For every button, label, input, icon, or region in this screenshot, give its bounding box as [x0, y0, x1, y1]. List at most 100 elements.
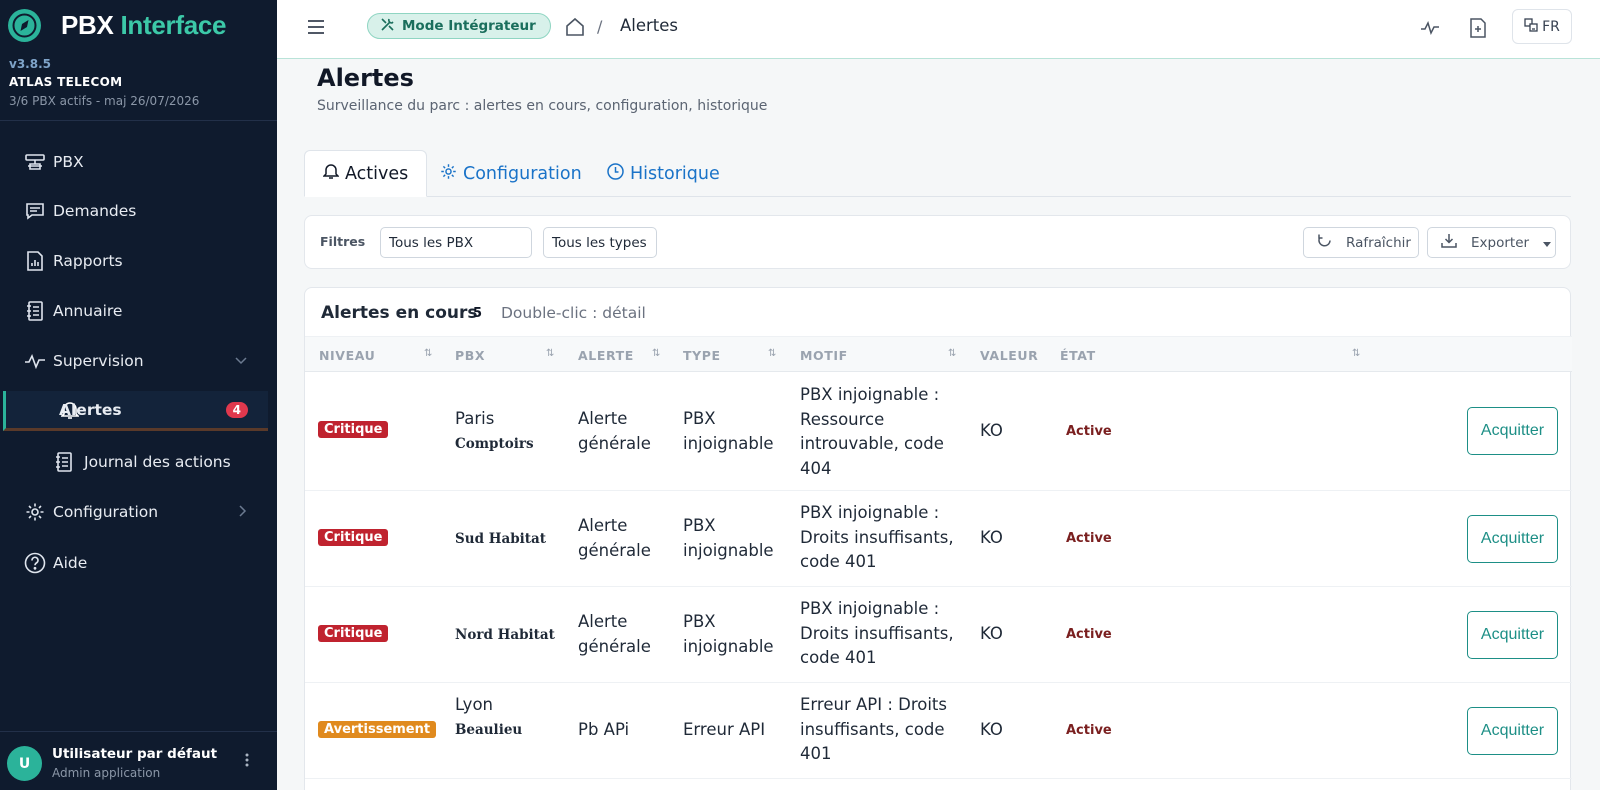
state-label: Active: [1066, 723, 1112, 738]
page-title: Alertes: [317, 64, 414, 92]
alert-cell: Alerte générale: [578, 612, 651, 656]
column-header-etat[interactable]: ÉTAT: [1060, 348, 1096, 363]
refresh-button[interactable]: Rafraîchir: [1303, 227, 1419, 258]
sidebar-item-aide[interactable]: Aide: [0, 543, 277, 583]
activity-icon[interactable]: [1419, 17, 1441, 39]
gear-icon: [24, 501, 46, 523]
filters-bar: Filtres Tous les PBX Tous les types Rafr…: [304, 215, 1571, 269]
pbx-filter-select[interactable]: Tous les PBX: [380, 227, 532, 258]
sidebar-item-pbx[interactable]: PBX: [0, 142, 277, 182]
sort-icon[interactable]: ⇅: [1352, 348, 1360, 359]
export-button[interactable]: Exporter: [1427, 227, 1556, 258]
table-header: NIVEAU ⇅ PBX ⇅ ALERTE ⇅ TYPE ⇅ MOTIF ⇅ V…: [305, 336, 1572, 372]
level-badge: Avertissement: [318, 721, 437, 738]
acknowledge-button[interactable]: Acquitter: [1467, 611, 1558, 659]
avatar: U: [7, 746, 42, 781]
acknowledge-button[interactable]: Acquitter: [1467, 707, 1558, 755]
acknowledge-button[interactable]: Acquitter: [1467, 515, 1558, 563]
chevron-right-icon: [239, 504, 247, 520]
type-filter-select[interactable]: Tous les types: [543, 227, 657, 258]
acknowledge-button[interactable]: Acquitter: [1467, 407, 1558, 455]
sidebar-item-rapports[interactable]: Rapports: [0, 241, 277, 281]
table-row[interactable]: Critique Nord Habitat Alerte générale PB…: [305, 587, 1572, 683]
sidebar-item-label: Journal des actions: [84, 453, 231, 471]
sidebar-item-label: Rapports: [53, 252, 123, 270]
user-profile[interactable]: U Utilisateur par défaut Admin applicati…: [0, 731, 277, 790]
sidebar-item-supervision[interactable]: Supervision: [0, 341, 277, 381]
tools-icon: [380, 17, 395, 36]
motif-cell: PBX injoignable : Droits insuffisants, c…: [800, 599, 954, 667]
sidebar-item-demandes[interactable]: Demandes: [0, 191, 277, 231]
home-icon[interactable]: [565, 17, 585, 37]
bell-icon: [322, 162, 340, 185]
user-role: Admin application: [52, 766, 161, 780]
add-document-icon[interactable]: [1467, 17, 1489, 39]
column-header-alerte[interactable]: ALERTE: [578, 348, 634, 363]
caret-down-icon: [1543, 235, 1552, 251]
gear-icon: [440, 163, 457, 185]
value-cell: KO: [980, 720, 1003, 739]
sidebar-item-annuaire[interactable]: Annuaire: [0, 291, 277, 331]
sidebar-item-label: Aide: [53, 554, 88, 572]
sort-icon[interactable]: ⇅: [424, 348, 432, 359]
sidebar-item-configuration[interactable]: Configuration: [0, 492, 277, 532]
sidebar-item-label: Supervision: [53, 352, 144, 370]
sidebar-item-journal[interactable]: Journal des actions: [0, 442, 277, 482]
filters-label: Filtres: [320, 234, 366, 249]
sort-icon[interactable]: ⇅: [768, 348, 776, 359]
sidebar-item-label: PBX: [53, 153, 84, 171]
level-badge: Critique: [318, 421, 389, 438]
state-label: Active: [1066, 627, 1112, 642]
alert-count: 5: [473, 306, 483, 321]
sort-icon[interactable]: ⇅: [652, 348, 660, 359]
more-vertical-icon[interactable]: [244, 752, 250, 772]
motif-cell: PBX injoignable : Ressource introuvable,…: [800, 385, 944, 478]
sort-icon[interactable]: ⇅: [948, 348, 956, 359]
language-button[interactable]: FR: [1512, 9, 1572, 44]
pulse-icon: [24, 350, 46, 372]
column-header-type[interactable]: TYPE: [683, 348, 721, 363]
value-cell: KO: [980, 624, 1003, 643]
breadcrumb-separator: /: [597, 17, 603, 36]
sort-icon[interactable]: ⇅: [546, 348, 554, 359]
integrator-mode-badge[interactable]: Mode Intégrateur: [367, 13, 551, 39]
tab-label: Configuration: [463, 163, 582, 184]
tab-configuration[interactable]: Configuration: [440, 150, 582, 197]
company-name: ATLAS TELECOM: [9, 75, 123, 89]
user-name: Utilisateur par défaut: [52, 746, 218, 762]
alert-cell: Pb APi: [578, 720, 630, 739]
refresh-label: Rafraîchir: [1346, 234, 1411, 251]
sidebar-item-alertes[interactable]: Alertes 4: [3, 391, 268, 431]
column-header-motif[interactable]: MOTIF: [800, 348, 848, 363]
sidebar-item-label: Demandes: [53, 202, 137, 220]
brand[interactable]: PBX Interface: [8, 9, 226, 42]
column-header-pbx[interactable]: PBX: [455, 348, 485, 363]
tab-historique[interactable]: Historique: [607, 150, 720, 197]
type-cell: Erreur API: [683, 720, 766, 739]
value-cell: KO: [980, 421, 1003, 440]
table-row[interactable]: Critique Sud Habitat Alerte générale PBX…: [305, 491, 1572, 587]
tab-actives[interactable]: Actives: [304, 150, 428, 197]
alert-count-badge: 4: [225, 401, 248, 418]
tab-label: Actives: [345, 163, 409, 184]
sidebar: PBX Interface v3.8.5 ATLAS TELECOM 3/6 P…: [0, 0, 277, 790]
table-row[interactable]: Avertissement Lyon Beaulieu Pb APi Erreu…: [305, 683, 1572, 779]
download-icon: [1441, 233, 1457, 252]
brand-name: PBX Interface: [61, 10, 227, 40]
pbx-cell: Sud Habitat: [455, 531, 546, 547]
table-row[interactable]: Critique Paris Comptoirs Alerte générale…: [305, 372, 1572, 491]
state-label: Active: [1066, 531, 1112, 546]
type-cell: PBX injoignable: [683, 409, 774, 453]
column-header-niveau[interactable]: NIVEAU: [319, 348, 375, 363]
mode-label: Mode Intégrateur: [402, 18, 536, 34]
column-header-valeur[interactable]: VALEUR: [980, 348, 1038, 363]
sidebar-divider: [0, 120, 277, 121]
sidebar-item-label: Alertes: [59, 400, 122, 419]
report-icon: [24, 250, 46, 272]
journal-icon: [53, 451, 75, 473]
chevron-down-icon: [235, 354, 247, 368]
motif-cell: PBX injoignable : Droits insuffisants, c…: [800, 503, 954, 571]
translate-icon: [1524, 17, 1538, 36]
menu-icon[interactable]: [307, 18, 325, 36]
directory-icon: [24, 300, 46, 322]
